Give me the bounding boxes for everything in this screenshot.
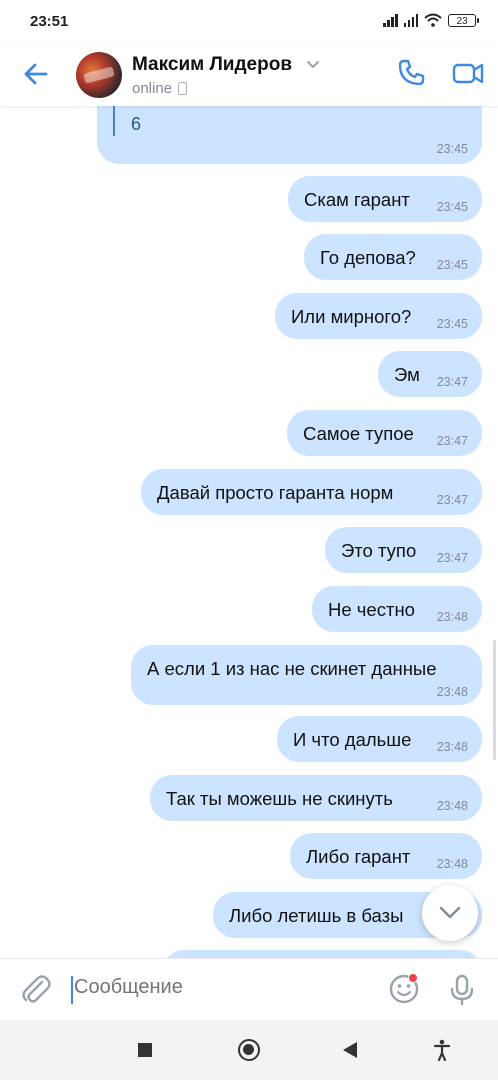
message-input[interactable] — [74, 976, 374, 999]
chevron-down-icon — [439, 906, 461, 919]
quote-bar — [113, 106, 115, 136]
message-time: 23:45 — [436, 317, 468, 331]
accessibility-icon[interactable] — [433, 1039, 451, 1061]
message-time: 23:47 — [436, 375, 468, 389]
scrollbar[interactable] — [493, 640, 496, 760]
quoted-text: 6 — [131, 114, 142, 134]
message-bubble[interactable]: Это тупо 23:47 — [325, 527, 482, 573]
phone-icon[interactable] — [396, 58, 426, 88]
message-time: 23:48 — [436, 610, 468, 624]
battery-icon: 23 — [448, 13, 479, 27]
message-time: 23:45 — [436, 142, 468, 156]
chat-header: Максим Лидеров online — [0, 44, 498, 106]
message-text: Так ты можешь не скинуть — [166, 788, 393, 809]
message-text: Го депова? — [320, 247, 416, 268]
message-text: Давай просто гаранта норм — [157, 482, 394, 503]
mobile-icon — [178, 82, 188, 95]
wifi-icon — [424, 13, 442, 27]
status-icons: 23 — [383, 13, 479, 27]
message-text: Не честно — [328, 599, 415, 620]
message-bubble[interactable]: Либо гарант 23:48 — [290, 833, 482, 879]
composer — [0, 958, 498, 1021]
message-bubble[interactable]: Давай просто гаранта норм 23:47 — [141, 469, 482, 515]
status-text: online — [132, 80, 173, 97]
system-nav-bar — [0, 1020, 498, 1080]
microphone-icon[interactable] — [448, 973, 476, 1007]
message-time: 23:47 — [436, 551, 468, 565]
signal-icon — [383, 13, 398, 27]
message-bubble[interactable]: Скам гарант 23:45 — [288, 176, 482, 222]
message-time: 23:45 — [436, 258, 468, 272]
message-bubble[interactable]: А если 1 из нас не скинет данные 23:48 — [131, 645, 482, 705]
home-button[interactable] — [238, 1039, 260, 1061]
status-time: 23:51 — [30, 13, 69, 30]
message-bubble[interactable]: И что дальше 23:48 — [277, 716, 482, 762]
message-bubble[interactable]: Или мирного? 23:45 — [275, 293, 482, 339]
message-time: 23:48 — [436, 857, 468, 871]
message-list[interactable]: 6 23:45 Скам гарант 23:45 Го депова? 23:… — [0, 106, 498, 958]
text-caret — [71, 976, 73, 1004]
message-text: И что дальше — [293, 729, 412, 750]
message-bubble[interactable]: Эм 23:47 — [378, 351, 482, 397]
message-bubble[interactable] — [162, 950, 482, 958]
message-time: 23:48 — [436, 685, 468, 699]
system-back-button[interactable] — [343, 1042, 357, 1058]
message-text: Скам гарант — [304, 189, 410, 210]
chevron-down-icon[interactable] — [306, 60, 320, 70]
message-bubble[interactable]: Самое тупое 23:47 — [287, 410, 482, 456]
message-bubble[interactable]: Так ты можешь не скинуть 23:48 — [150, 775, 482, 821]
message-text: Это тупо — [341, 540, 417, 561]
message-time: 23:47 — [436, 493, 468, 507]
message-text: Или мирного? — [291, 306, 412, 327]
message-time: 23:45 — [436, 200, 468, 214]
scroll-to-bottom-button[interactable] — [422, 885, 478, 941]
message-time: 23:47 — [436, 434, 468, 448]
contact-status: online — [132, 80, 188, 97]
message-text: А если 1 из нас не скинет данные — [147, 658, 437, 679]
message-text: Эм — [394, 364, 420, 385]
message-time: 23:48 — [436, 799, 468, 813]
message-text: Самое тупое — [303, 423, 414, 444]
status-bar: 23:51 23 — [0, 0, 498, 44]
notification-dot — [408, 973, 418, 983]
message-bubble[interactable]: Не честно 23:48 — [312, 586, 482, 632]
message-text: Либо гарант — [306, 846, 411, 867]
message-text: Либо летишь в базы — [229, 905, 404, 926]
video-camera-icon[interactable] — [452, 58, 484, 88]
recents-button[interactable] — [138, 1043, 152, 1057]
back-arrow-icon[interactable] — [20, 58, 52, 90]
avatar[interactable] — [76, 52, 122, 98]
message-bubble[interactable]: Го депова? 23:45 — [304, 234, 482, 280]
message-time: 23:48 — [436, 740, 468, 754]
message-bubble-reply[interactable]: 6 23:45 — [97, 106, 482, 164]
contact-name[interactable]: Максим Лидеров — [132, 54, 292, 76]
attach-paperclip-icon[interactable] — [20, 973, 52, 1007]
signal-icon — [403, 13, 418, 27]
